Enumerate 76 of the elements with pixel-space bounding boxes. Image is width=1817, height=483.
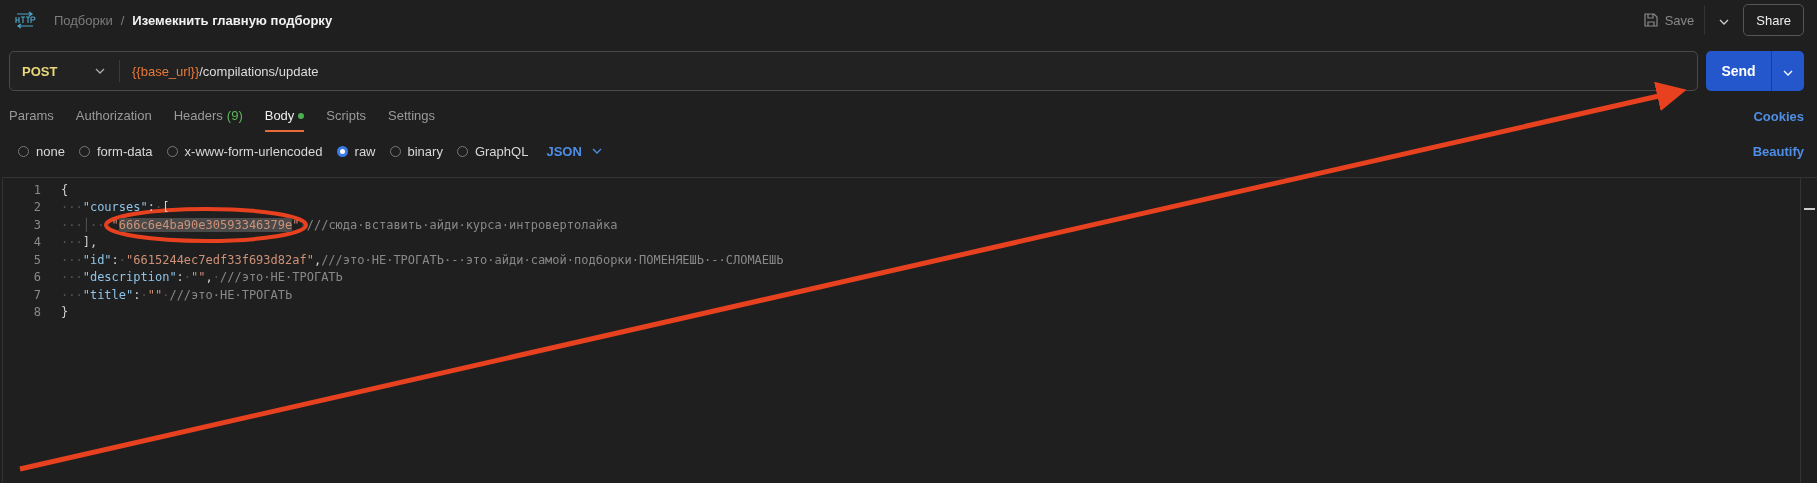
line-number: 3 <box>32 217 42 232</box>
format-dropdown[interactable]: JSON <box>542 143 602 159</box>
radio-option[interactable]: form-data <box>78 143 153 159</box>
whitespace-marker: · <box>154 200 163 215</box>
whitespace-marker: ··· <box>61 252 83 267</box>
whitespace-marker: ··· <box>61 287 83 302</box>
whitespace-marker: · <box>212 270 220 285</box>
line-number: 8 <box>32 305 42 320</box>
tab[interactable]: Scripts <box>326 100 367 132</box>
whitespace-marker: ··· <box>61 200 83 215</box>
radio-option[interactable]: binary <box>389 143 443 159</box>
code-string: "6615244ec7edf33f693d82af" <box>126 252 314 267</box>
code-comment: ///это·НЕ·ТРОГАТЬ <box>169 287 293 302</box>
code-punctuation: , <box>313 252 322 267</box>
radio-option[interactable]: raw <box>336 143 376 159</box>
radio-option[interactable]: GraphQL <box>456 143 529 159</box>
code-comment: ///сюда·вставить·айди·курса·интровертолайка <box>306 217 618 232</box>
code-punctuation: ], <box>82 235 98 250</box>
code-string: " <box>292 217 300 232</box>
code-comment: ///это·НЕ·ТРОГАТЬ <box>220 270 343 285</box>
whitespace-marker: · <box>140 287 148 302</box>
breadcrumb-separator: / <box>120 12 125 28</box>
whitespace-marker: · <box>183 270 192 285</box>
radio-option[interactable]: none <box>18 143 65 159</box>
tab[interactable]: Params <box>9 100 54 132</box>
send-button[interactable]: Send <box>1706 51 1772 91</box>
code-key: "id" <box>82 252 112 267</box>
whitespace-marker: ··· <box>61 217 83 232</box>
request-title: Иземекнить главную подборку <box>132 12 333 28</box>
tab[interactable]: Body <box>264 100 305 132</box>
code-punctuation: } <box>61 305 69 320</box>
radio-button[interactable] <box>336 145 348 157</box>
line-number: 5 <box>32 252 42 267</box>
line-number: 2 <box>32 200 42 215</box>
caret-icon <box>1783 69 1793 76</box>
code-punctuation: [ <box>162 200 170 215</box>
selected-text: 666c6e4ba90e30593346379e <box>118 217 293 232</box>
save-button[interactable]: Save <box>1632 5 1706 35</box>
share-button[interactable]: Share <box>1743 4 1804 36</box>
code-punctuation: { <box>61 182 69 197</box>
tab[interactable]: Authorization <box>75 100 152 132</box>
caret-icon <box>95 68 105 74</box>
tab[interactable]: Headers (9) <box>173 100 243 132</box>
whitespace-marker: · <box>118 252 127 267</box>
indent-guide: │ <box>82 217 90 232</box>
code-punctuation: : <box>111 252 119 267</box>
code-string: " <box>111 217 119 232</box>
code-comment: ///это·НЕ·ТРОГАТЬ·-·это·айди·самой·подборки·ПОМЕНЯЕШЬ·-·СЛОМАЕШЬ <box>321 252 784 267</box>
whitespace-marker: · <box>162 287 170 302</box>
code-punctuation: : <box>133 287 141 302</box>
http-icon <box>14 11 36 29</box>
code-string: "" <box>147 287 163 302</box>
breadcrumb-link[interactable]: Подборки <box>54 12 113 28</box>
radio-option[interactable]: x-www-form-urlencoded <box>166 143 323 159</box>
code-punctuation: : <box>176 270 184 285</box>
whitespace-marker: ··· <box>61 270 83 285</box>
whitespace-marker: ··· <box>61 235 83 250</box>
whitespace-marker: ··· <box>89 217 112 232</box>
cookies-link[interactable]: Cookies <box>1753 108 1804 124</box>
method-dropdown[interactable]: POST <box>10 60 120 82</box>
beautify-link[interactable]: Beautify <box>1752 143 1804 159</box>
code-key: "description" <box>82 270 177 285</box>
line-number: 6 <box>32 270 42 285</box>
line-number: 4 <box>32 235 42 250</box>
code-string: "" <box>191 270 206 285</box>
code-key: "title" <box>82 287 134 302</box>
whitespace-marker: · <box>299 217 307 232</box>
code-punctuation: , <box>205 270 213 285</box>
line-number: 7 <box>32 287 42 302</box>
caret-icon <box>591 148 602 154</box>
line-number: 1 <box>32 182 42 197</box>
url-field[interactable]: {{base_url}}/compilations/update <box>120 63 319 79</box>
tab[interactable]: Settings <box>388 100 436 132</box>
code-key: "courses" <box>82 200 148 215</box>
caret-icon <box>1719 18 1730 25</box>
code-punctuation: : <box>147 200 155 215</box>
